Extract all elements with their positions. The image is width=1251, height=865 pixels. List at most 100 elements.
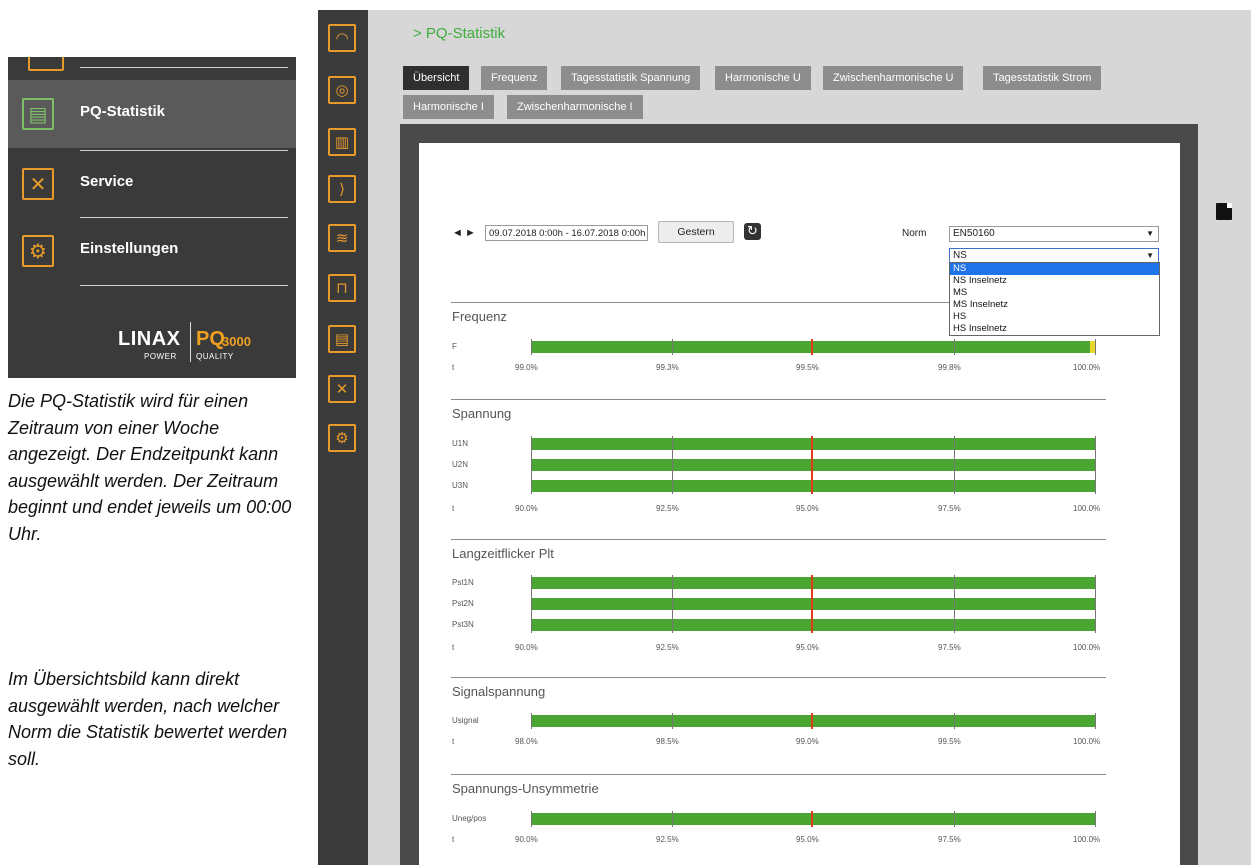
statistic-bar	[531, 341, 1095, 353]
tick-label: 99.5%	[796, 363, 819, 372]
grid-line	[954, 339, 955, 355]
tab-uebersicht[interactable]: Übersicht	[403, 66, 470, 90]
section-title: Frequenz	[452, 309, 507, 324]
menu-item-label: Einstellungen	[80, 240, 179, 257]
chevron-down-icon: ▼	[1146, 229, 1154, 238]
dropdown-option[interactable]: NS Inselnetz	[950, 275, 1159, 287]
limit-marker	[811, 436, 813, 494]
vector-icon[interactable]: ⟩	[328, 175, 356, 203]
axis-label: t	[452, 737, 455, 746]
tools-icon: ✕	[22, 168, 54, 200]
row-label: U3N	[452, 481, 469, 490]
export-document-icon[interactable]	[1216, 203, 1232, 220]
grid-line	[531, 713, 532, 729]
tab-frequenz[interactable]: Frequenz	[481, 66, 548, 90]
tick-label: 98.5%	[656, 737, 679, 746]
tick-label: 97.5%	[938, 504, 961, 513]
section-title: Signalspannung	[452, 684, 546, 699]
tab-tagesstatistik-strom[interactable]: Tagesstatistik Strom	[983, 66, 1102, 90]
refresh-icon[interactable]: ↻	[744, 223, 761, 240]
row-label: U2N	[452, 460, 469, 469]
next-week-button[interactable]: ►	[465, 227, 476, 239]
tick-label: 92.5%	[656, 504, 679, 513]
document-icon[interactable]: ▤	[328, 325, 356, 353]
tab-harmonische-u[interactable]: Harmonische U	[715, 66, 811, 90]
menu-screenshot: ▤ PQ-Statistik ✕ Service ⚙ Einstellungen…	[8, 57, 296, 378]
bar-chart-icon[interactable]: ▥	[328, 128, 356, 156]
section-divider	[451, 399, 1106, 400]
waveform-icon[interactable]: ⊓	[328, 274, 356, 302]
logo-product: PQ	[196, 328, 225, 350]
harmonics-icon[interactable]: ≋	[328, 224, 356, 252]
statistic-bar	[531, 577, 1095, 589]
section-title: Langzeitflicker Plt	[452, 546, 554, 561]
statistic-bar	[531, 598, 1095, 610]
grid-line	[672, 436, 673, 494]
tick-label: 95.0%	[796, 643, 819, 652]
dropdown-option[interactable]: NS	[950, 263, 1159, 275]
grid-line	[1095, 811, 1096, 827]
tab-harmonische-i[interactable]: Harmonische I	[403, 95, 494, 119]
statistic-bar	[531, 459, 1095, 471]
tick-label: 99.5%	[938, 737, 961, 746]
grid-line	[531, 811, 532, 827]
norm-select-value: EN50160	[953, 228, 995, 239]
limit-marker	[811, 339, 813, 355]
limit-marker	[811, 575, 813, 633]
menu-item-service[interactable]: ✕ Service	[8, 150, 296, 218]
date-range-input[interactable]: 09.07.2018 0:00h - 16.07.2018 0:00h	[485, 225, 648, 241]
grid-line	[1095, 575, 1096, 633]
tick-label: 90.0%	[515, 504, 538, 513]
dropdown-option[interactable]: HS Inselnetz	[950, 323, 1159, 335]
dropdown-option[interactable]: HS	[950, 311, 1159, 323]
axis-label: t	[452, 835, 455, 844]
dropdown-option[interactable]: MS Inselnetz	[950, 299, 1159, 311]
tick-label: 100.0%	[1073, 363, 1101, 372]
limit-marker	[811, 811, 813, 827]
grid-line	[954, 811, 955, 827]
tick-label: 99.0%	[796, 737, 819, 746]
row-label: U1N	[452, 439, 469, 448]
tick-label: 98.0%	[515, 737, 538, 746]
description-paragraph: Im Übersichtsbild kann direkt ausgewählt…	[8, 669, 288, 769]
menu-item-stub	[28, 57, 64, 71]
document-icon: ▤	[22, 98, 54, 130]
section-title: Spannungs-Unsymmetrie	[452, 781, 599, 796]
tab-zwischenharmonische-i[interactable]: Zwischenharmonische I	[507, 95, 643, 119]
meter-icon[interactable]: ◎	[328, 76, 356, 104]
menu-divider	[80, 67, 288, 68]
voltage-level-dropdown: NS NS Inselnetz MS MS Inselnetz HS HS Inselne…	[949, 262, 1160, 336]
tick-label: 92.5%	[656, 835, 679, 844]
dropdown-option[interactable]: MS	[950, 287, 1159, 299]
limit-marker	[811, 713, 813, 729]
logo-quality: QUALITY	[196, 352, 234, 361]
tick-label: 100.0%	[1073, 643, 1101, 652]
row-label: F	[452, 342, 457, 351]
tick-label: 92.5%	[656, 643, 679, 652]
tools-icon[interactable]: ✕	[328, 375, 356, 403]
gauge-icon[interactable]: ◠	[328, 24, 356, 52]
gear-icon[interactable]: ⚙	[328, 424, 356, 452]
logo-model: 3000	[222, 334, 251, 349]
row-label: Uneg/pos	[452, 814, 487, 823]
grid-line	[1095, 339, 1096, 355]
menu-item-pq-statistik[interactable]: ▤ PQ-Statistik	[8, 80, 296, 148]
prev-week-button[interactable]: ◄	[452, 227, 463, 239]
tab-tagesstatistik-spannung[interactable]: Tagesstatistik Spannung	[561, 66, 701, 90]
grid-line	[672, 713, 673, 729]
tick-label: 99.8%	[938, 363, 961, 372]
icon-sidebar: ◠ ◎ ▥ ⟩ ≋ ⊓ ▤ ✕ ⚙	[318, 10, 368, 865]
tick-label: 95.0%	[796, 835, 819, 844]
menu-item-einstellungen[interactable]: ⚙ Einstellungen	[8, 217, 296, 285]
gestern-button[interactable]: Gestern	[658, 221, 734, 243]
section-title: Spannung	[452, 406, 512, 421]
grid-line	[954, 436, 955, 494]
tab-zwischenharmonische-u[interactable]: Zwischenharmonische U	[823, 66, 964, 90]
tick-label: 90.0%	[515, 643, 538, 652]
axis-label: t	[452, 504, 455, 513]
norm-select[interactable]: EN50160 ▼	[949, 226, 1159, 242]
voltage-level-value: NS	[953, 250, 967, 261]
tick-label: 100.0%	[1073, 504, 1101, 513]
menu-item-label: PQ-Statistik	[80, 103, 166, 120]
grid-line	[1095, 436, 1096, 494]
